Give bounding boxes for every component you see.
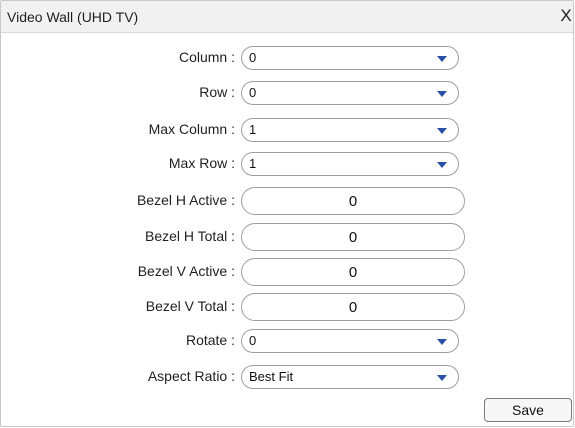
row-value: 0 [249,85,257,100]
aspect-ratio-row: Aspect Ratio : Best Fit [1,365,575,389]
bezel-v-active-label: Bezel V Active : [137,263,235,279]
bezel-v-active-row: Bezel V Active : [1,258,575,286]
max-row-row: Max Row : 1 [1,152,575,176]
rotate-select[interactable]: 0 [241,329,459,353]
max-column-select[interactable]: 1 [241,118,459,142]
rotate-value: 0 [249,333,257,348]
chevron-down-icon [437,56,447,62]
rotate-row: Rotate : 0 [1,329,575,353]
aspect-ratio-label: Aspect Ratio : [147,368,235,384]
max-row-label: Max Row : [168,155,235,171]
video-wall-dialog: Video Wall (UHD TV) X Column : 0 Row : 0… [0,0,574,427]
dialog-title: Video Wall (UHD TV) [7,9,139,25]
max-column-value: 1 [249,122,257,137]
row-label: Row : [199,84,235,100]
max-column-row: Max Column : 1 [1,118,575,142]
column-label: Column : [178,49,235,65]
max-row-value: 1 [249,156,257,171]
bezel-v-total-input[interactable] [241,293,465,321]
bezel-h-total-label: Bezel H Total : [144,228,235,244]
column-select[interactable]: 0 [241,46,459,70]
column-row: Column : 0 [1,46,575,70]
bezel-h-active-row: Bezel H Active : [1,187,575,215]
bezel-v-total-row: Bezel V Total : [1,293,575,321]
aspect-ratio-value: Best Fit [249,369,294,384]
rotate-label: Rotate : [185,332,235,348]
dialog-titlebar: Video Wall (UHD TV) X [1,1,573,33]
chevron-down-icon [437,91,447,97]
bezel-h-total-input[interactable] [241,223,465,251]
chevron-down-icon [437,375,447,381]
bezel-v-active-input[interactable] [241,258,465,286]
chevron-down-icon [437,162,447,168]
save-button[interactable]: Save [484,398,572,422]
row-select[interactable]: 0 [241,81,459,105]
bezel-v-total-label: Bezel V Total : [145,298,235,314]
chevron-down-icon [437,128,447,134]
bezel-h-active-label: Bezel H Active : [136,192,235,208]
row-row: Row : 0 [1,81,575,105]
bezel-h-total-row: Bezel H Total : [1,223,575,251]
chevron-down-icon [437,339,447,345]
bezel-h-active-input[interactable] [241,187,465,215]
max-column-label: Max Column : [148,121,235,137]
max-row-select[interactable]: 1 [241,152,459,176]
close-icon[interactable]: X [557,7,575,25]
aspect-ratio-select[interactable]: Best Fit [241,365,459,389]
column-value: 0 [249,50,257,65]
